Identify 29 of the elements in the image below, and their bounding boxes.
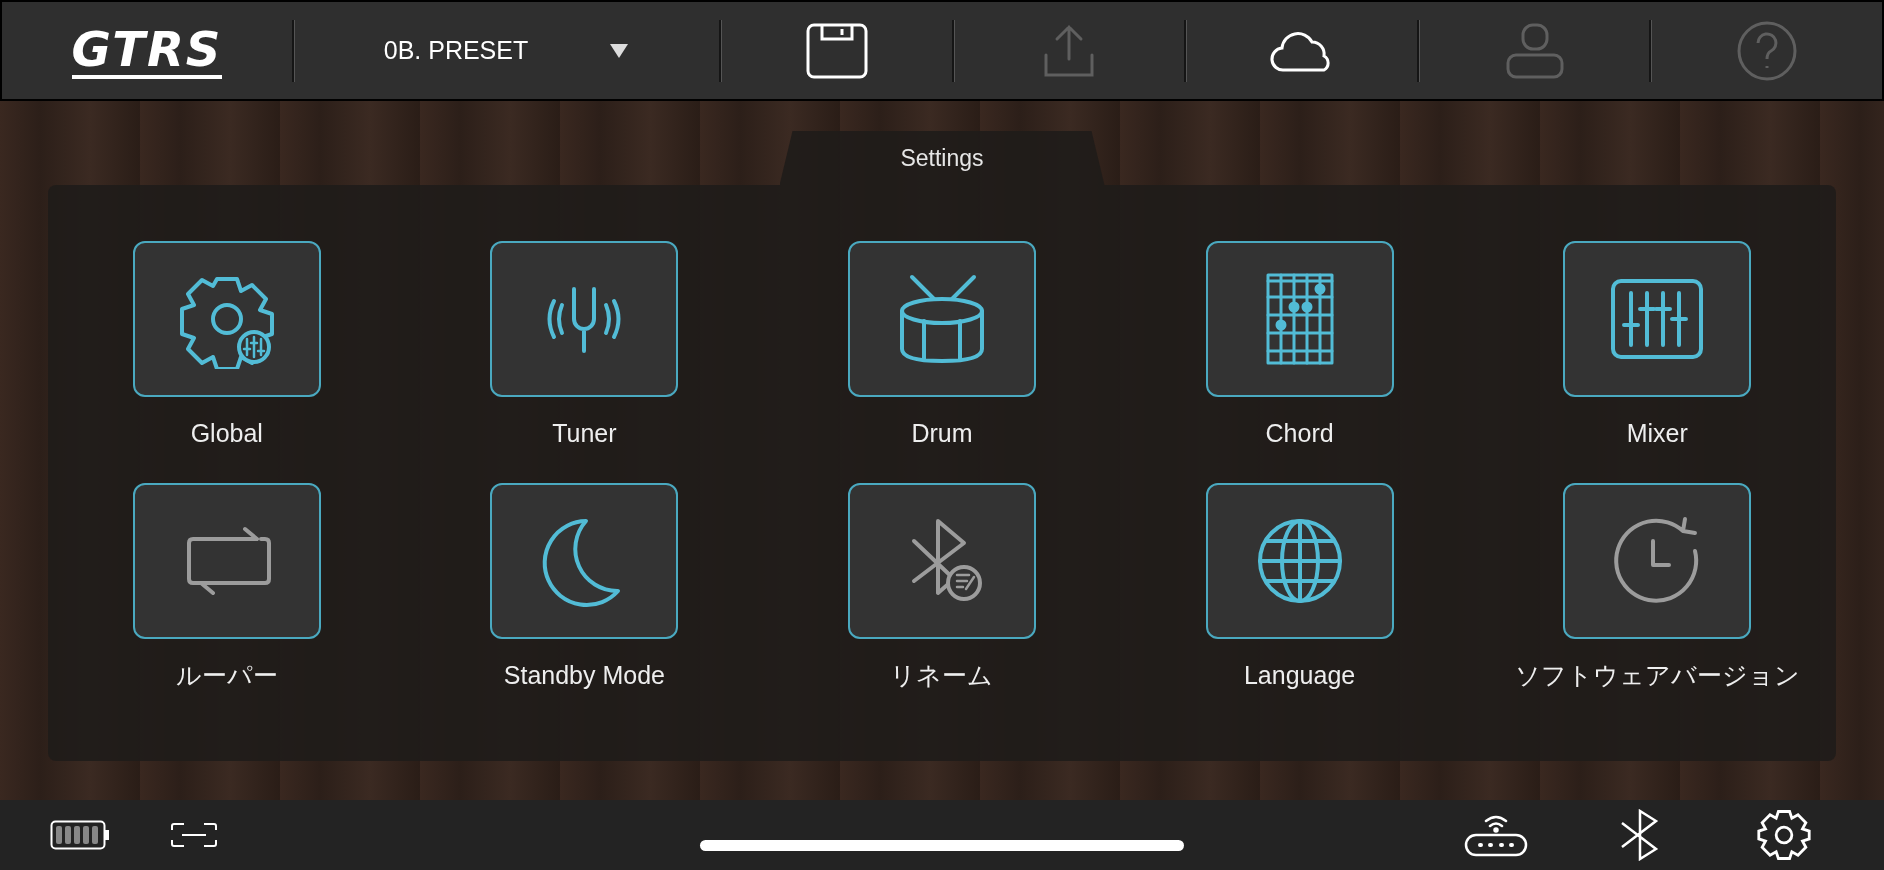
tile-label: ルーパー: [175, 659, 278, 691]
router-icon[interactable]: [1464, 813, 1528, 857]
settings-tile-button[interactable]: [848, 241, 1036, 397]
settings-tile-button[interactable]: [132, 482, 321, 639]
tile-label: Standby Mode: [503, 659, 665, 691]
settings-tile-button[interactable]: [1205, 241, 1394, 397]
logo: GTRS: [71, 22, 223, 79]
tile-label: Global: [190, 418, 263, 449]
settings-tile-button[interactable]: [1563, 241, 1752, 397]
tile-label: Mixer: [1626, 418, 1688, 449]
settings-tile-button[interactable]: [1205, 482, 1394, 639]
settings-tile-button[interactable]: [490, 482, 679, 639]
settings-icon[interactable]: [1754, 807, 1814, 863]
settings-tile-button[interactable]: [132, 241, 321, 397]
battery-icon[interactable]: [50, 820, 110, 850]
tile-label: Drum: [911, 418, 973, 449]
caret-icon: [608, 41, 631, 60]
settings-tile-button[interactable]: [848, 482, 1036, 639]
settings-tile-button[interactable]: [490, 241, 679, 397]
tile-label: ソフトウェアバージョン: [1514, 659, 1800, 691]
settings-tile-button[interactable]: [1563, 482, 1752, 639]
preset-dropdown[interactable]: 0B. PRESET: [295, 2, 719, 99]
link-icon[interactable]: [170, 822, 218, 848]
tile-label: Tuner: [552, 418, 617, 449]
tile-label: リネーム: [890, 659, 994, 691]
save-icon[interactable]: [805, 22, 868, 79]
panel-title: Settings: [900, 143, 984, 173]
tile-label: Chord: [1265, 418, 1334, 449]
tile-label: Language: [1243, 659, 1356, 691]
